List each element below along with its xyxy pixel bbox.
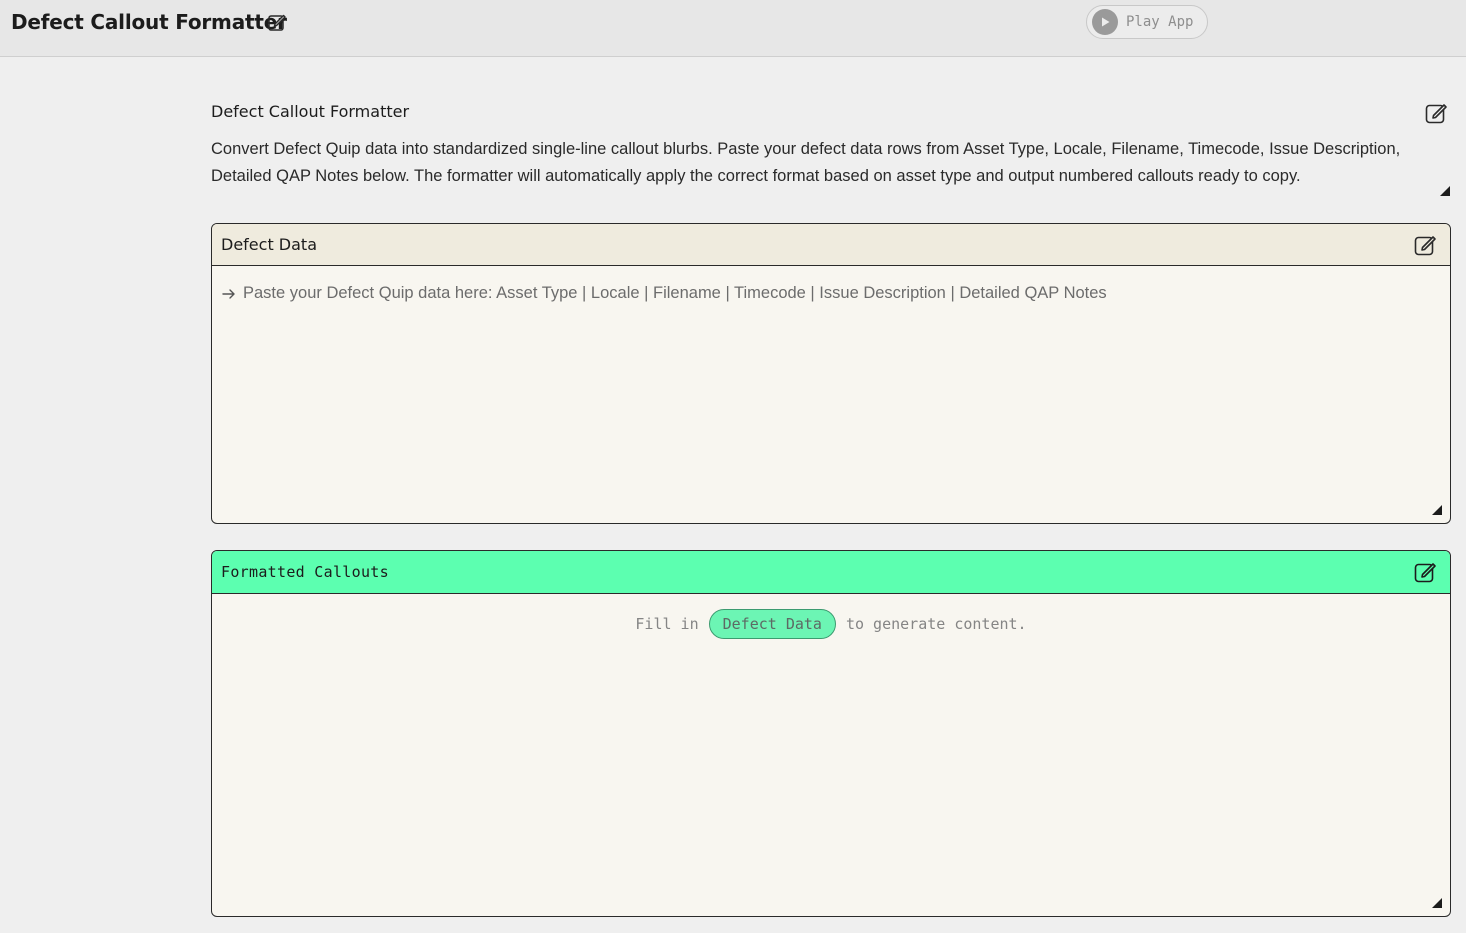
generate-prompt: Fill in Defect Data to generate content. [212, 609, 1450, 639]
top-bar: Defect Callout Formatter Play App [0, 0, 1466, 57]
play-icon [1092, 9, 1118, 35]
play-app-button[interactable]: Play App [1086, 5, 1208, 39]
arrow-right-icon [222, 288, 235, 299]
defect-data-resize-handle-icon[interactable] [1432, 505, 1442, 515]
edit-formatted-callouts-icon[interactable] [1413, 560, 1437, 584]
formatted-callouts-label: Formatted Callouts [221, 563, 389, 581]
edit-title-icon[interactable] [267, 12, 287, 32]
defect-data-input[interactable]: Paste your Defect Quip data here: Asset … [221, 284, 1107, 303]
formatted-callouts-panel: Formatted Callouts Fill in Defect Data t… [211, 550, 1451, 917]
intro-resize-handle-icon[interactable] [1440, 186, 1450, 196]
edit-intro-icon[interactable] [1424, 101, 1448, 125]
formatted-callouts-resize-handle-icon[interactable] [1432, 898, 1442, 908]
intro-title: Defect Callout Formatter [211, 102, 410, 121]
defect-data-chip[interactable]: Defect Data [708, 609, 836, 639]
intro-description: Convert Defect Quip data into standardiz… [211, 140, 1401, 185]
prompt-suffix: to generate content. [845, 615, 1027, 633]
edit-defect-data-icon[interactable] [1413, 233, 1437, 257]
play-app-label: Play App [1126, 14, 1194, 30]
prompt-prefix: Fill in [635, 615, 699, 633]
defect-data-panel: Defect Data Paste your Defect Quip data … [211, 223, 1451, 524]
defect-data-label: Defect Data [221, 235, 317, 254]
formatted-callouts-header: Formatted Callouts [212, 551, 1450, 594]
app-title: Defect Callout Formatter [11, 10, 287, 34]
defect-data-header: Defect Data [212, 224, 1450, 266]
defect-data-placeholder: Paste your Defect Quip data here: Asset … [243, 284, 1107, 302]
